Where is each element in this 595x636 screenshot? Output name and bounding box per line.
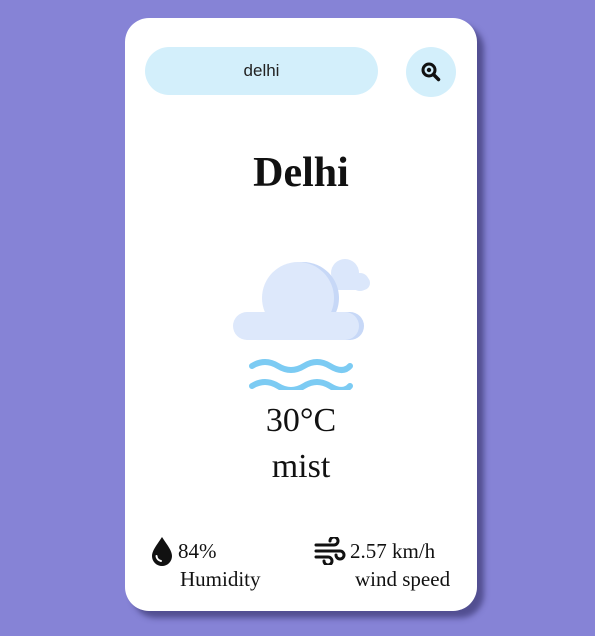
search-button[interactable] [406,47,456,97]
humidity-section: 84% Humidity [150,536,261,592]
humidity-value: 84% [178,538,217,563]
wind-speed-value: 2.57 km/h [350,538,436,563]
water-drop-icon [150,536,174,566]
wind-icon [314,537,346,565]
wind-speed-label: wind speed [355,567,451,591]
search-icon [421,62,441,82]
wind-section: 2.57 km/h wind speed [314,536,450,592]
mist-cloud-icon [233,259,370,390]
temperature: 30°C [265,402,337,439]
city-search-input[interactable] [145,47,378,95]
weather-description: mist [271,448,331,485]
city-name: Delhi [253,150,349,196]
humidity-label: Humidity [180,567,261,591]
weather-card: Delhi 30°C mist [125,18,477,611]
